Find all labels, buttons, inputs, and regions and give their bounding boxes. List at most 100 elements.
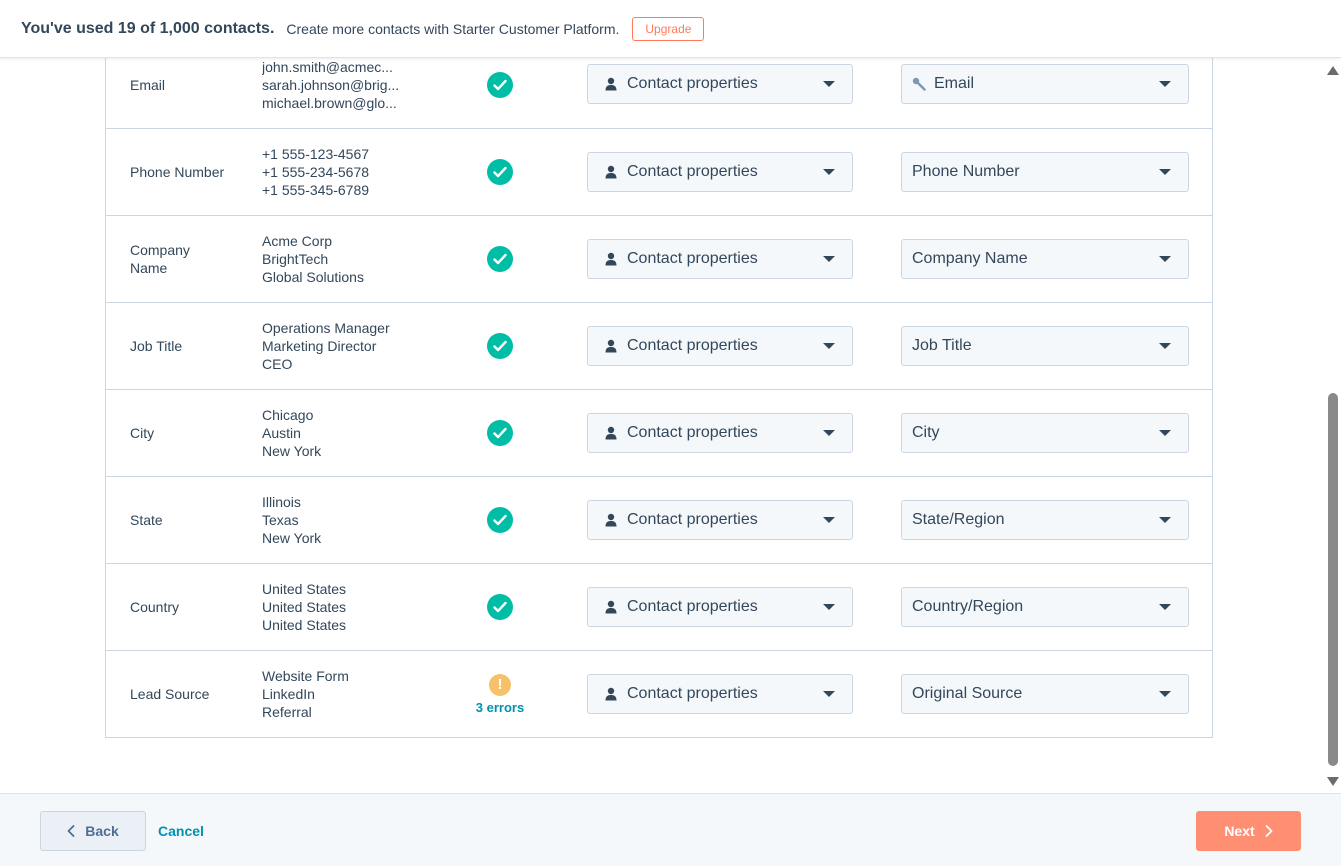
back-label: Back	[85, 823, 119, 839]
sample-values: United States United States United States	[262, 564, 412, 650]
mapping-status	[456, 216, 544, 302]
sample-value: Website Form	[262, 667, 412, 685]
column-header-name: State	[130, 512, 163, 528]
caret-down-icon	[1159, 517, 1171, 523]
sample-values: Operations Manager Marketing Director CEO	[262, 303, 412, 389]
caret-down-icon	[823, 604, 835, 610]
next-button[interactable]: Next	[1196, 811, 1301, 851]
object-type-select[interactable]: Contact properties	[587, 64, 853, 104]
check-mark-icon	[493, 253, 507, 265]
column-header-name: City	[130, 425, 155, 441]
sample-value: Global Solutions	[262, 269, 364, 285]
caret-down-icon	[823, 691, 835, 697]
property-select[interactable]: Company Name	[901, 239, 1189, 279]
table-row: Company Name Acme Corp BrightTech Global S…	[106, 215, 1212, 302]
object-type-select[interactable]: Contact properties	[587, 674, 853, 714]
column-header-name: Country	[130, 599, 180, 615]
table-row: Job Title Operations Manager Marketing Di…	[106, 302, 1212, 389]
object-type-select[interactable]: Contact properties	[587, 413, 853, 453]
property-select[interactable]: State/Region	[901, 500, 1189, 540]
sample-value: Illinois	[262, 494, 301, 510]
caret-down-icon	[823, 81, 835, 87]
mapping-status	[456, 390, 544, 476]
object-type-select[interactable]: Contact properties	[587, 239, 853, 279]
next-label: Next	[1224, 823, 1255, 839]
check-mark-icon	[493, 514, 507, 526]
scroll-thumb[interactable]	[1328, 393, 1338, 766]
sample-value: CEO	[262, 356, 293, 372]
sample-value: New York	[262, 530, 322, 546]
column-header-name: Job Title	[130, 338, 183, 354]
table-row: Phone Number +1 555-123-4567 +1 555-234-5…	[106, 128, 1212, 215]
sample-value: +1 555-234-5678	[262, 164, 370, 180]
property-select[interactable]: Email	[901, 64, 1189, 104]
success-check-icon	[487, 594, 513, 620]
chevron-left-icon	[67, 825, 75, 837]
property-select[interactable]: Country/Region	[901, 587, 1189, 627]
scrollbar[interactable]	[1323, 58, 1341, 793]
mapping-status	[456, 303, 544, 389]
sample-value: john.smith@acmec...	[262, 58, 393, 75]
object-type-select[interactable]: Contact properties	[587, 152, 853, 192]
mapping-status	[456, 129, 544, 215]
scroll-up-arrow-icon[interactable]	[1327, 66, 1339, 75]
sample-value: United States	[262, 581, 347, 597]
success-check-icon	[487, 507, 513, 533]
back-button[interactable]: Back	[40, 811, 146, 851]
property-select[interactable]: Original Source	[901, 674, 1189, 714]
caret-down-icon	[1159, 604, 1171, 610]
object-type-select[interactable]: Contact properties	[587, 326, 853, 366]
sample-values: Illinois Texas New York	[262, 477, 412, 563]
sample-value: New York	[262, 443, 322, 459]
warning-icon: !	[489, 673, 511, 696]
person-icon	[605, 687, 617, 701]
object-type-select[interactable]: Contact properties	[587, 587, 853, 627]
usage-banner: You've used 19 of 1,000 contacts. Create…	[0, 0, 1341, 58]
success-check-icon	[487, 71, 513, 98]
success-check-icon	[487, 333, 513, 359]
caret-down-icon	[823, 343, 835, 349]
check-mark-icon	[493, 340, 507, 352]
errors-link[interactable]: 3 errors	[476, 700, 524, 715]
sample-value: LinkedIn	[262, 686, 315, 702]
caret-down-icon	[1159, 256, 1171, 262]
mapping-status	[456, 477, 544, 563]
cancel-link[interactable]: Cancel	[158, 811, 204, 851]
sample-value: Marketing Director	[262, 338, 377, 354]
success-check-icon	[487, 246, 513, 272]
mapping-table: Email john.smith@acmec... sarah.johnson@b…	[105, 41, 1213, 738]
mapping-status	[456, 564, 544, 650]
column-header-name: Phone Number	[130, 164, 225, 180]
caret-down-icon	[1159, 343, 1171, 349]
object-type-select[interactable]: Contact properties	[587, 500, 853, 540]
property-select[interactable]: Phone Number	[901, 152, 1189, 192]
upgrade-button[interactable]: Upgrade	[632, 16, 705, 41]
sample-value: United States	[262, 617, 347, 633]
sample-value: Operations Manager	[262, 320, 390, 336]
table-row: City Chicago Austin New York Contact prope…	[106, 389, 1212, 476]
sample-value: michael.brown@glo...	[262, 94, 397, 111]
scroll-down-arrow-icon[interactable]	[1327, 777, 1339, 786]
sample-value: sarah.johnson@brig...	[262, 76, 400, 93]
check-mark-icon	[493, 166, 507, 178]
caret-down-icon	[1159, 691, 1171, 697]
column-header-name: Company Name	[130, 242, 190, 276]
sample-value: Texas	[262, 512, 299, 528]
person-icon	[605, 513, 617, 527]
sample-value: +1 555-123-4567	[262, 146, 370, 162]
check-mark-icon	[493, 601, 507, 613]
table-row: State Illinois Texas New York Contact prop…	[106, 476, 1212, 563]
usage-text: You've used 19 of 1,000 contacts.	[21, 19, 275, 37]
property-select[interactable]: Job Title	[901, 326, 1189, 366]
caret-down-icon	[1159, 81, 1171, 87]
property-select[interactable]: City	[901, 413, 1189, 453]
sample-value: Acme Corp	[262, 233, 333, 249]
sample-value: +1 555-345-6789	[262, 182, 370, 198]
column-header-name: Lead Source	[130, 686, 210, 702]
sample-value: United States	[262, 599, 347, 615]
person-icon	[605, 426, 617, 440]
caret-down-icon	[823, 256, 835, 262]
caret-down-icon	[823, 169, 835, 175]
person-icon	[605, 165, 617, 179]
sample-value: Austin	[262, 425, 301, 441]
